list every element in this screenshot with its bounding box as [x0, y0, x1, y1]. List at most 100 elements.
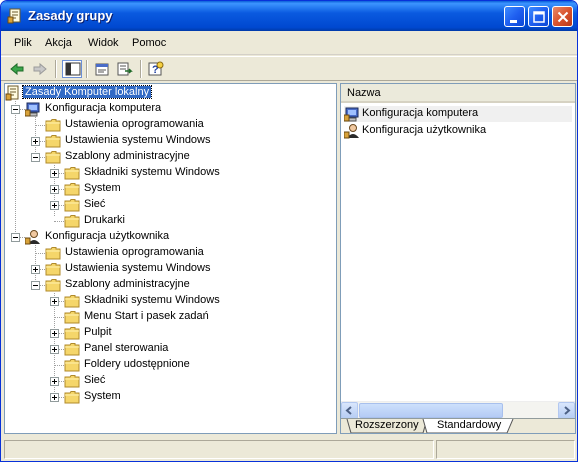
view-tabs: Rozszerzony Standardowy	[341, 418, 575, 433]
tab-standard-label: Standardowy	[437, 419, 502, 431]
chevron-right-icon	[564, 406, 571, 415]
tree-node[interactable]: Pulpit	[5, 325, 335, 341]
tree-node[interactable]: Zasady Komputer lokalny	[5, 85, 335, 101]
help-icon: ?	[148, 61, 164, 76]
tree-node[interactable]: Szablony administracyjne	[5, 277, 335, 293]
chevron-left-icon	[345, 406, 352, 415]
expand-icon[interactable]	[50, 393, 59, 402]
computer-icon	[344, 107, 359, 122]
show-hide-tree-button[interactable]	[62, 60, 82, 78]
tree-node[interactable]: System	[5, 389, 335, 405]
expand-icon[interactable]	[50, 329, 59, 338]
show-hide-tree-icon	[65, 62, 81, 76]
maximize-button[interactable]	[528, 6, 549, 27]
menu-file[interactable]: Plik	[14, 37, 32, 49]
properties-button[interactable]	[92, 60, 112, 78]
tree-node[interactable]: Panel sterowania	[5, 341, 335, 357]
tree-node-label: Sieć	[84, 374, 106, 386]
collapse-icon[interactable]	[31, 153, 40, 162]
folder-icon	[64, 342, 80, 356]
tree-node[interactable]: System	[5, 181, 335, 197]
collapse-icon[interactable]	[11, 233, 20, 242]
tree-node[interactable]: Sieć	[5, 373, 335, 389]
tree-node-label: Sieć	[84, 198, 106, 210]
folder-icon	[64, 310, 80, 324]
expand-icon[interactable]	[31, 265, 40, 274]
collapse-icon[interactable]	[31, 281, 40, 290]
tree-node[interactable]: Składniki systemu Windows	[5, 293, 335, 309]
tree-node-label: Konfiguracja komputera	[45, 102, 162, 114]
column-header-name[interactable]: Nazwa	[341, 84, 575, 103]
expand-icon[interactable]	[50, 377, 59, 386]
tree-node[interactable]: Składniki systemu Windows	[5, 165, 335, 181]
tree-node[interactable]: Konfiguracja użytkownika	[5, 229, 335, 245]
tree-node-label: Szablony administracyjne	[65, 278, 190, 290]
tree-connector-line	[54, 221, 64, 222]
tree-node-label: Zasady Komputer lokalny	[21, 85, 153, 99]
list-item[interactable]: Konfiguracja użytkownika	[344, 123, 572, 139]
tree-node-label: Drukarki	[84, 214, 125, 226]
tree-node[interactable]: Menu Start i pasek zadań	[5, 309, 335, 325]
tree-connector-line	[35, 253, 45, 254]
tree-node[interactable]: Ustawienia oprogramowania	[5, 245, 335, 261]
tab-standard[interactable]: Standardowy	[431, 419, 509, 433]
tree-node-label: Ustawienia systemu Windows	[65, 134, 211, 146]
tree-node[interactable]: Foldery udostępnione	[5, 357, 335, 373]
console-tree-pane[interactable]: Zasady Komputer lokalny Konfiguracja komp…	[4, 83, 337, 434]
tree-node-label: Menu Start i pasek zadań	[84, 310, 209, 322]
scrollbar-thumb[interactable]	[359, 403, 503, 418]
expand-icon[interactable]	[50, 185, 59, 194]
expand-icon[interactable]	[50, 345, 59, 354]
folder-icon	[64, 326, 80, 340]
tree-node[interactable]: Drukarki	[5, 213, 335, 229]
tree-node[interactable]: Sieć	[5, 197, 335, 213]
tree-node-label: Szablony administracyjne	[65, 150, 190, 162]
list-item[interactable]: Konfiguracja komputera	[344, 106, 572, 122]
tree-node-label: Ustawienia oprogramowania	[65, 118, 204, 130]
expand-icon[interactable]	[50, 297, 59, 306]
close-button[interactable]	[552, 6, 573, 27]
toolbar-separator	[86, 60, 88, 78]
tree-node[interactable]: Konfiguracja komputera	[5, 101, 335, 117]
collapse-icon[interactable]	[11, 105, 20, 114]
folder-icon	[64, 374, 80, 388]
tab-extended[interactable]: Rozszerzony	[351, 419, 425, 433]
list-item-label: Konfiguracja użytkownika	[362, 124, 487, 136]
scroll-left-button[interactable]	[341, 402, 358, 419]
tree-node-label: Konfiguracja użytkownika	[45, 230, 170, 242]
menu-help[interactable]: Pomoc	[132, 37, 166, 49]
expand-icon[interactable]	[50, 201, 59, 210]
tree-node[interactable]: Ustawienia systemu Windows	[5, 261, 335, 277]
tree-node[interactable]: Ustawienia oprogramowania	[5, 117, 335, 133]
toolbar: ?	[1, 56, 577, 81]
forward-icon	[33, 62, 47, 76]
window-title: Zasady grupy	[28, 8, 113, 23]
back-icon	[10, 62, 24, 76]
menu-action[interactable]: Akcja	[45, 37, 72, 49]
forward-button[interactable]	[30, 60, 50, 78]
folder-icon	[64, 214, 80, 228]
tree-node-label: Pulpit	[84, 326, 112, 338]
tree-node[interactable]: Szablony administracyjne	[5, 149, 335, 165]
folder-icon	[45, 246, 61, 260]
tree-node-label: Składniki systemu Windows	[84, 294, 220, 306]
status-bar	[1, 437, 577, 461]
scroll-right-button[interactable]	[558, 402, 575, 419]
minimize-button[interactable]	[504, 6, 525, 27]
details-pane[interactable]: Nazwa Konfiguracja komputera Konfiguracj…	[340, 83, 576, 434]
horizontal-scrollbar[interactable]	[341, 401, 575, 419]
tree-node-label: System	[84, 390, 121, 402]
tree-node-label: Ustawienia oprogramowania	[65, 246, 204, 258]
toolbar-separator	[140, 60, 142, 78]
expand-icon[interactable]	[31, 137, 40, 146]
menu-view[interactable]: Widok	[88, 37, 119, 49]
export-list-button[interactable]	[115, 60, 135, 78]
title-bar[interactable]: Zasady grupy	[1, 1, 577, 31]
help-button[interactable]: ?	[146, 60, 166, 78]
tree-node[interactable]: Ustawienia systemu Windows	[5, 133, 335, 149]
list-item-label: Konfiguracja komputera	[362, 107, 479, 119]
folder-icon	[64, 166, 80, 180]
status-panel	[436, 440, 575, 459]
expand-icon[interactable]	[50, 169, 59, 178]
back-button[interactable]	[7, 60, 27, 78]
